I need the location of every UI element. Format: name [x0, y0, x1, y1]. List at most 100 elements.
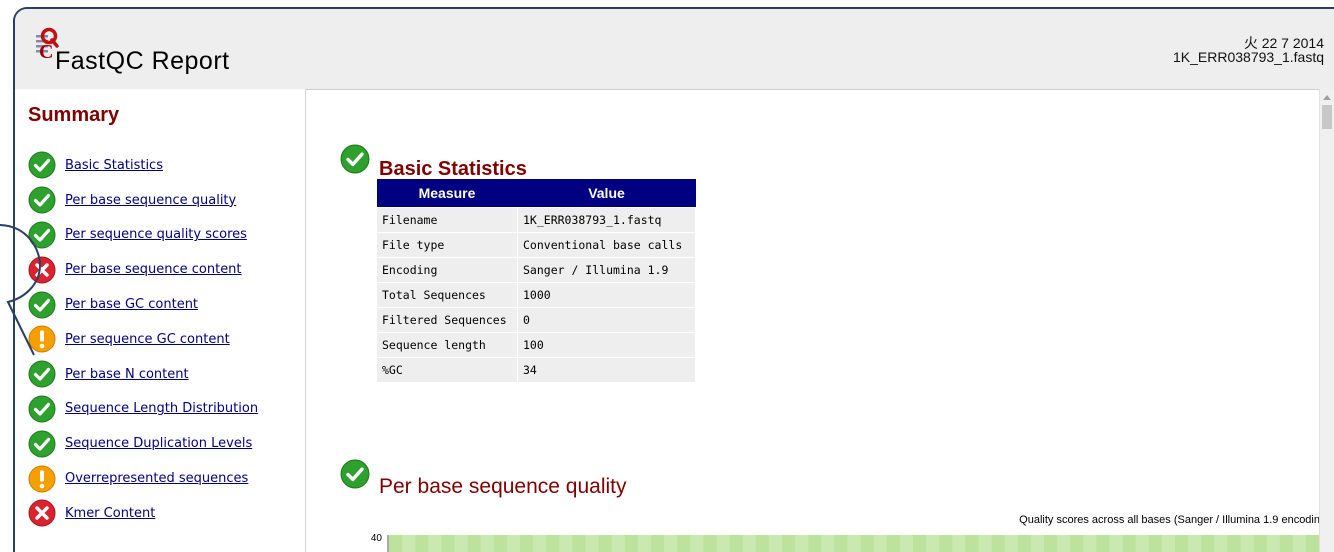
summary-heading: Summary	[28, 104, 120, 126]
table-row: Total Sequences 1000	[376, 282, 696, 308]
table-row: %GC 34	[376, 357, 696, 383]
alternating-band	[808, 535, 822, 552]
pass-icon	[28, 291, 56, 319]
summary-link[interactable]: Basic Statistics	[65, 158, 163, 173]
alternating-band	[598, 535, 612, 552]
measure-cell: Sequence length	[376, 332, 518, 358]
scroll-up-icon[interactable]	[1323, 95, 1331, 100]
summary-item: Sequence Duplication Levels	[28, 426, 258, 461]
summary-link[interactable]: Sequence Duplication Levels	[65, 436, 252, 451]
header-meta: 火 22 7 2014 1K_ERR038793_1.fastq	[1173, 36, 1324, 64]
column-header-measure: Measure	[376, 179, 518, 208]
summary-item: Per base GC content	[28, 287, 258, 322]
table-row: Filename 1K_ERR038793_1.fastq	[376, 207, 696, 233]
table-row: Sequence length 100	[376, 332, 696, 358]
measure-cell: Filename	[376, 207, 518, 233]
measure-cell: Filtered Sequences	[376, 307, 518, 333]
summary-item: Sequence Length Distribution	[28, 392, 258, 427]
summary-link[interactable]: Per base sequence quality	[65, 193, 236, 208]
alternating-band	[703, 535, 717, 552]
svg-text:C: C	[39, 41, 53, 63]
alternating-band	[1122, 535, 1136, 552]
table-body: Filename 1K_ERR038793_1.fastq File type Con…	[376, 207, 696, 383]
warning-icon	[28, 325, 56, 353]
pass-icon	[28, 151, 56, 179]
summary-link[interactable]: Per sequence quality scores	[65, 227, 247, 242]
alternating-band	[913, 535, 927, 552]
alternating-band	[677, 535, 691, 552]
table-row: Encoding Sanger / Illumina 1.9	[376, 257, 696, 283]
pass-icon	[28, 221, 56, 249]
value-cell: 34	[517, 357, 696, 383]
summary-item: Per sequence GC content	[28, 322, 258, 357]
summary-link[interactable]: Per base sequence content	[65, 262, 242, 277]
report-window: C FastQC Report 火 22 7 2014 1K_ERR038793…	[13, 7, 1334, 552]
table-row: File type Conventional base calls	[376, 232, 696, 258]
value-cell: Sanger / Illumina 1.9	[517, 257, 696, 283]
alternating-band	[939, 535, 953, 552]
vertical-scrollbar[interactable]	[1319, 89, 1334, 552]
alternating-band	[1227, 535, 1241, 552]
value-cell: 0	[517, 307, 696, 333]
alternating-band	[1070, 535, 1084, 552]
alternating-band	[572, 535, 586, 552]
report-header: C FastQC Report 火 22 7 2014 1K_ERR038793…	[15, 9, 1334, 90]
alternating-band	[467, 535, 481, 552]
value-cell: 1K_ERR038793_1.fastq	[517, 207, 696, 233]
chart-caption: Quality scores across all bases (Sanger …	[1019, 514, 1320, 526]
alternating-band	[782, 535, 796, 552]
per-base-quality-heading: Per base sequence quality	[379, 475, 627, 498]
alternating-band	[860, 535, 874, 552]
value-cell: Conventional base calls	[517, 232, 696, 258]
pass-icon	[340, 459, 370, 489]
measure-cell: Total Sequences	[376, 282, 518, 308]
table-header-row: Measure Value	[376, 179, 696, 208]
page-title: FastQC Report	[55, 47, 230, 75]
alternating-band	[834, 535, 848, 552]
alternating-band	[1279, 535, 1293, 552]
summary-item: Overrepresented sequences	[28, 461, 258, 496]
summary-item: Basic Statistics	[28, 148, 258, 183]
alternating-band	[1017, 535, 1031, 552]
summary-link[interactable]: Per sequence GC content	[65, 332, 230, 347]
pass-icon	[340, 144, 370, 174]
summary-link[interactable]: Kmer Content	[65, 506, 155, 521]
value-cell: 100	[517, 332, 696, 358]
column-header-value: Value	[517, 179, 696, 208]
summary-link[interactable]: Per base GC content	[65, 297, 198, 312]
summary-link[interactable]: Per base N content	[65, 367, 189, 382]
summary-sidebar: Summary Basic Statistics Per base sequenc…	[15, 89, 306, 552]
measure-cell: File type	[376, 232, 518, 258]
alternating-band	[729, 535, 743, 552]
basic-statistics-table: Measure Value Filename 1K_ERR038793_1.fas…	[376, 179, 696, 383]
alternating-band	[415, 535, 429, 552]
report-date: 火 22 7 2014	[1243, 35, 1324, 51]
scrollbar-thumb[interactable]	[1322, 105, 1332, 129]
summary-item: Per base N content	[28, 357, 258, 392]
report-main[interactable]: Basic Statistics Measure Value Filename 1…	[306, 89, 1320, 552]
y-tick-label: 40	[371, 533, 383, 544]
pass-icon	[28, 430, 56, 458]
measure-cell: %GC	[376, 357, 518, 383]
summary-item: Per base sequence content	[28, 252, 258, 287]
alternating-band	[1201, 535, 1215, 552]
summary-link[interactable]: Overrepresented sequences	[65, 471, 248, 486]
pass-icon	[28, 395, 56, 423]
alternating-band	[886, 535, 900, 552]
quality-boxplot-chart: 40	[371, 533, 1320, 552]
alternating-band	[546, 535, 560, 552]
alternating-band	[441, 535, 455, 552]
summary-nav: Basic Statistics Per base sequence qualit…	[28, 148, 258, 531]
warning-icon	[28, 465, 56, 493]
summary-item: Per sequence quality scores	[28, 218, 258, 253]
alternating-band	[1306, 535, 1320, 552]
summary-item: Kmer Content	[28, 496, 258, 531]
summary-link[interactable]: Sequence Length Distribution	[65, 401, 258, 416]
alternating-band	[1253, 535, 1267, 552]
alternating-band	[991, 535, 1005, 552]
alternating-band	[493, 535, 507, 552]
value-cell: 1000	[517, 282, 696, 308]
table-row: Filtered Sequences 0	[376, 307, 696, 333]
alternating-band	[965, 535, 979, 552]
alternating-band	[624, 535, 638, 552]
